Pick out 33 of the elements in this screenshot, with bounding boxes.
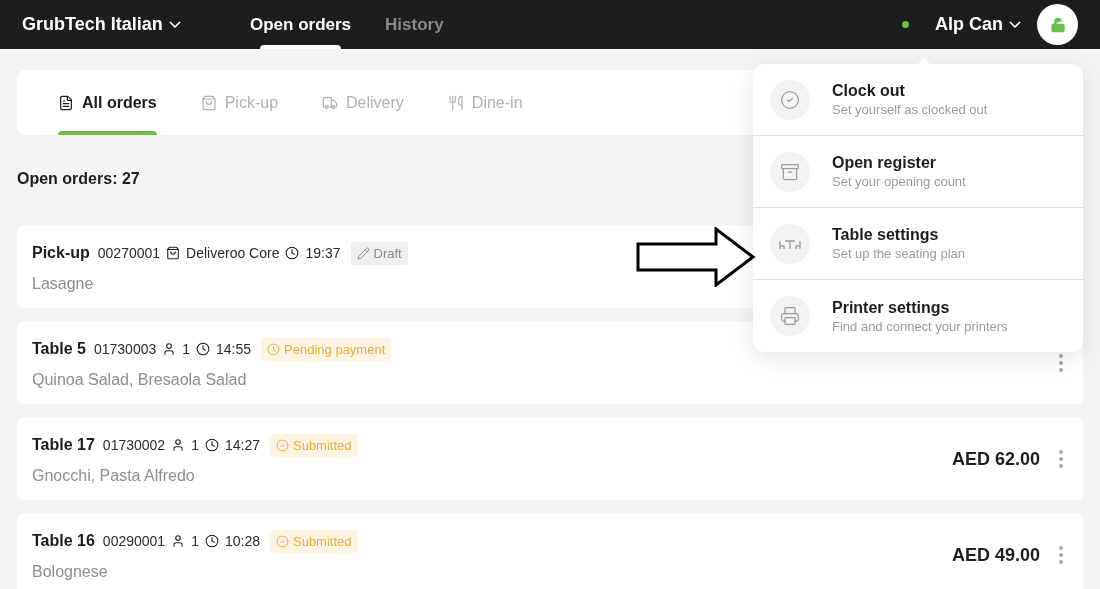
menu-item-subtitle: Set your opening count: [832, 174, 966, 189]
status-badge: Submitted: [270, 529, 358, 553]
order-title: Table 5: [32, 340, 86, 358]
menu-item-title: Clock out: [832, 82, 906, 100]
open-orders-count: Open orders: 27: [17, 170, 140, 188]
order-meta: Deliveroo Core: [186, 245, 280, 261]
order-meta: 14:55: [216, 341, 252, 357]
order-number: 01730002: [102, 437, 166, 453]
order-title: Table 17: [32, 436, 95, 454]
order-meta: 1: [182, 341, 191, 357]
order-title: Pick-up: [32, 244, 90, 262]
status-badge: Draft: [350, 241, 408, 265]
menu-item-title: Table settings: [832, 226, 940, 244]
order-meta: 19:37: [305, 245, 341, 261]
order-price: AED 49.00: [951, 544, 1040, 566]
order-number: 00290001: [102, 533, 166, 549]
order-meta: 1: [191, 533, 199, 549]
order-meta: 10:28: [224, 533, 260, 549]
order-price: AED 62.00: [951, 448, 1040, 470]
status-badge: Pending payment: [261, 337, 392, 361]
menu-item-title: Open register: [832, 154, 938, 172]
order-number: 00270001: [97, 245, 161, 261]
menu-item-subtitle: Set up the seating plan: [832, 246, 965, 261]
order-title: Table 16: [32, 532, 95, 550]
menu-item-subtitle: Set yourself as clocked out: [832, 102, 988, 117]
order-items: Gnocchi, Pasta Alfredo: [32, 466, 196, 485]
status-badge: Submitted: [270, 433, 358, 457]
order-number: 01730003: [93, 341, 157, 357]
order-items: Bolognese: [32, 562, 109, 581]
order-items: Quinoa Salad, Bresaola Salad: [32, 370, 248, 389]
order-meta: 14:27: [224, 437, 260, 453]
order-items: Lasagne: [32, 274, 95, 293]
order-meta: 1: [191, 437, 199, 453]
